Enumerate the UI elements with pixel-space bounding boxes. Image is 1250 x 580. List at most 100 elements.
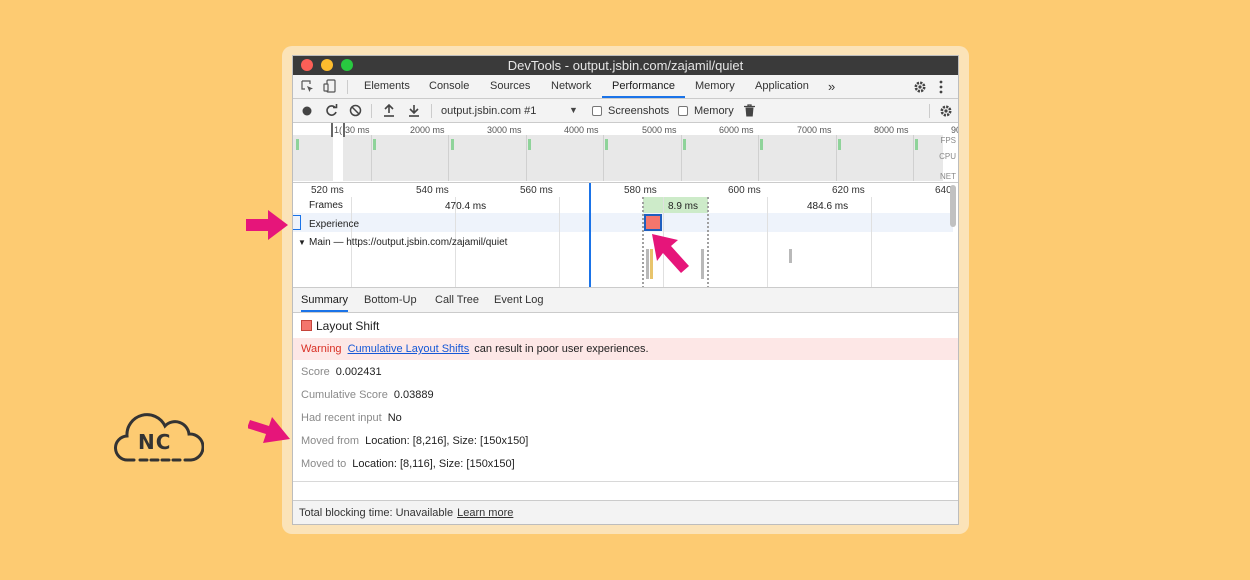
summary-panel: Layout Shift Warning Cumulative Layout Sh… (293, 313, 958, 498)
screenshots-checkbox[interactable] (592, 106, 602, 116)
timeline-tick: 620 ms (832, 185, 865, 196)
tab-console[interactable]: Console (429, 75, 469, 98)
chevron-down-icon[interactable]: ▼ (569, 105, 578, 115)
minimize-window-button[interactable] (321, 59, 333, 71)
nc-cloud-logo: NC (114, 408, 205, 471)
capture-settings-icon[interactable] (939, 104, 953, 120)
timeline-tick: 540 ms (416, 185, 449, 196)
tab-event-log[interactable]: Event Log (494, 288, 544, 312)
reload-record-icon[interactable] (325, 104, 338, 119)
summary-title: Layout Shift (293, 315, 958, 337)
close-window-button[interactable] (301, 59, 313, 71)
timeline-tick: 560 ms (520, 185, 553, 196)
moved-from-row: Moved from Location: [8,216], Size: [150x… (293, 430, 958, 452)
title-bar: DevTools - output.jsbin.com/zajamil/quie… (293, 56, 958, 75)
selection-boundary (589, 183, 591, 287)
overview-tick: 4000 ms (564, 125, 599, 135)
learn-more-link[interactable]: Learn more (457, 507, 513, 519)
clear-icon[interactable] (349, 104, 362, 119)
overview-gridline (758, 135, 759, 181)
fps-bar (760, 139, 763, 150)
tab-bottom-up[interactable]: Bottom-Up (364, 288, 417, 312)
frames-track-label[interactable]: Frames (309, 200, 343, 211)
upload-icon[interactable] (383, 103, 395, 119)
overview-tick: 8000 ms (874, 125, 909, 135)
tab-call-tree[interactable]: Call Tree (435, 288, 479, 312)
expand-triangle-icon[interactable]: ▼ (298, 238, 306, 247)
fps-bar (683, 139, 686, 150)
arrow-annotation-icon (246, 210, 288, 240)
fps-bar (528, 139, 531, 150)
tab-performance[interactable]: Performance (602, 75, 685, 98)
blocking-time-text: Total blocking time: Unavailable (299, 507, 454, 519)
main-thread-task[interactable] (646, 249, 649, 279)
frame-boundary (707, 197, 709, 287)
memory-checkbox[interactable] (678, 106, 688, 116)
device-toolbar-icon[interactable] (323, 79, 337, 95)
more-tabs-button[interactable]: » (828, 75, 835, 98)
overview-gridline (371, 135, 372, 181)
recent-input-row: Had recent input No (293, 407, 958, 429)
layout-shift-event[interactable] (644, 214, 662, 231)
overview-tick: 2000 ms (410, 125, 445, 135)
timeline-gridline (767, 197, 768, 287)
logo-text: NC (138, 430, 172, 454)
frame-duration[interactable]: 484.6 ms (807, 201, 848, 212)
tab-summary[interactable]: Summary (301, 288, 349, 312)
warning-text: can result in poor user experiences. (474, 343, 649, 355)
experience-track-label[interactable]: Experience (309, 219, 359, 230)
gear-icon[interactable] (913, 80, 927, 96)
score-label: Score (301, 366, 330, 378)
recent-input-value: No (387, 412, 402, 424)
fps-bar (373, 139, 376, 150)
overview-tick: 7000 ms (797, 125, 832, 135)
cls-learn-link[interactable]: Cumulative Layout Shifts (348, 343, 470, 355)
overview-tick: 5000 ms (642, 125, 677, 135)
tab-network[interactable]: Network (551, 75, 591, 98)
more-options-icon[interactable] (939, 80, 943, 96)
inspect-element-icon[interactable] (301, 80, 314, 95)
net-label: NET (940, 172, 956, 181)
tab-sources[interactable]: Sources (490, 75, 530, 98)
toolbar-divider (347, 80, 348, 94)
frame-boundary (642, 197, 644, 287)
overview-gridline (448, 135, 449, 181)
overview-gridline (681, 135, 682, 181)
timeline-tick: 520 ms (311, 185, 344, 196)
moved-to-value[interactable]: Location: [8,116], Size: [150x150] (352, 458, 514, 470)
timeline-gridline (871, 197, 872, 287)
zoom-window-button[interactable] (341, 59, 353, 71)
toolbar-divider (371, 104, 372, 118)
score-value: 0.002431 (335, 366, 382, 378)
overview-tick: 6000 ms (719, 125, 754, 135)
fps-bar (451, 139, 454, 150)
cumulative-score-row: Cumulative Score 0.03889 (293, 384, 958, 406)
status-footer: Total blocking time: Unavailable Learn mo… (293, 500, 958, 524)
window-title: DevTools - output.jsbin.com/zajamil/quie… (507, 58, 744, 73)
warning-label: Warning (301, 343, 342, 355)
tab-elements[interactable]: Elements (364, 75, 410, 98)
flame-chart-scrollbar[interactable] (950, 185, 956, 227)
flame-chart[interactable]: 520 ms 540 ms 560 ms 580 ms 600 ms 620 m… (293, 183, 958, 288)
toolbar-divider (431, 104, 432, 118)
trash-icon[interactable] (744, 104, 755, 119)
main-track-label[interactable]: Main — https://output.jsbin.com/zajamil/… (309, 237, 507, 248)
frame-duration[interactable]: 8.9 ms (668, 201, 698, 212)
timeline-overview[interactable]: 1( 30 ms 2000 ms 3000 ms 4000 ms 5000 ms… (293, 123, 958, 183)
selection-handle-left[interactable] (331, 123, 333, 137)
summary-title-text: Layout Shift (316, 319, 380, 333)
moved-from-label: Moved from (301, 435, 360, 447)
moved-from-value[interactable]: Location: [8,216], Size: [150x150] (365, 435, 528, 447)
download-icon[interactable] (408, 104, 420, 119)
profile-select[interactable]: output.jsbin.com #1 (441, 99, 536, 123)
main-thread-task[interactable] (701, 249, 704, 279)
performance-toolbar: output.jsbin.com #1 ▼ Screenshots Memory (293, 99, 958, 123)
fps-bar (296, 139, 299, 150)
tab-application[interactable]: Application (755, 75, 809, 98)
overview-tick: 90 (951, 125, 958, 135)
main-thread-task[interactable] (789, 249, 792, 263)
tab-memory[interactable]: Memory (695, 75, 735, 98)
frame-duration[interactable]: 470.4 ms (445, 201, 486, 212)
details-tab-bar: Summary Bottom-Up Call Tree Event Log (293, 288, 958, 313)
record-icon[interactable] (302, 106, 312, 118)
